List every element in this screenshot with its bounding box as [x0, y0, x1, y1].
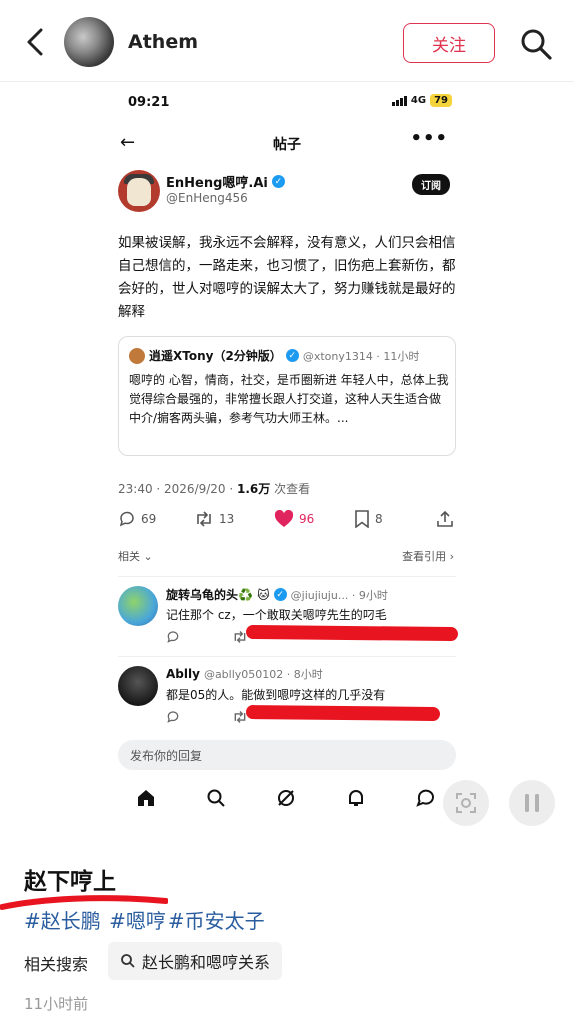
- search-icon: [521, 29, 552, 60]
- share-icon: [437, 510, 453, 527]
- divider: [118, 576, 456, 577]
- repost-action: 13: [194, 510, 234, 528]
- home-icon: [138, 790, 154, 806]
- related-tab: 相关 ⌄: [118, 550, 153, 563]
- related-label: 相关: [118, 550, 140, 563]
- bookmark-icon: [355, 510, 369, 528]
- redaction-mark: [245, 624, 459, 642]
- grok-icon: [278, 790, 294, 806]
- post-detail-page: Athem 关注 09:21 4G 79 ← 帖子 ••• EnHeng嗯哼.A…: [0, 0, 574, 1024]
- tweet-author-avatar: [118, 170, 160, 212]
- hashtag[interactable]: #币安太子: [168, 909, 265, 933]
- signal-icon: [391, 95, 407, 106]
- reply-author-name: Ablly: [166, 667, 200, 681]
- post-time: 11小时前: [24, 995, 89, 1013]
- home-tab: [134, 786, 158, 810]
- reply-icon: [167, 631, 179, 643]
- reply-input: 发布你的回复: [118, 740, 456, 770]
- back-button[interactable]: [18, 24, 52, 60]
- reply-header: Ablly @ablly050102 · 8小时: [166, 666, 323, 682]
- related-search-query: 赵长鹏和嗯哼关系: [142, 953, 271, 972]
- verified-icon: ✓: [273, 588, 287, 601]
- view-quotes-link: 查看引用 ›: [402, 550, 454, 563]
- like-count: 96: [299, 512, 315, 526]
- pause-icon: [525, 794, 539, 812]
- related-search-chip[interactable]: 赵长鹏和嗯哼关系: [108, 942, 283, 980]
- pause-button[interactable]: [509, 780, 555, 826]
- repost-count: 13: [219, 512, 235, 526]
- top-bar: Athem 关注: [0, 0, 574, 82]
- follow-button[interactable]: 关注: [403, 23, 495, 63]
- reply-icon: [119, 511, 134, 527]
- quote-author-name: 逍遥XTony（2分钟版）: [149, 349, 282, 363]
- reply-header: 旋转乌龟的头♻️ 🐱 ✓ @jiujiuju... · 9小时: [166, 586, 388, 603]
- tweet-handle: @EnHeng456: [166, 191, 248, 205]
- repost-icon: [197, 511, 211, 527]
- grok-tab: [274, 786, 298, 810]
- reply-action: 69: [118, 510, 156, 528]
- messages-tab: [414, 786, 438, 810]
- related-search-label: 相关搜索: [24, 955, 89, 974]
- screenshot-scan-icon: [456, 793, 476, 813]
- message-icon: [416, 789, 434, 807]
- author-name[interactable]: Athem: [128, 31, 198, 53]
- quote-text: 嗯哼的 心智，情商，社交，是币圈新进 年轻人中，总体上我觉得综合最强的，非常擅长…: [129, 373, 449, 425]
- subscribe-button: 订阅: [412, 174, 450, 195]
- status-time: 09:21: [128, 95, 170, 110]
- search-icon: [121, 954, 135, 968]
- reply-meta: @jiujiuju... · 9小时: [290, 588, 388, 602]
- tweet-actions: 69 13 96 8: [118, 510, 456, 532]
- divider: [118, 656, 456, 657]
- notifications-tab: [344, 786, 368, 810]
- hashtag[interactable]: #嗯哼: [109, 909, 166, 933]
- bookmark-count: 8: [375, 512, 383, 526]
- tweet-author-name: EnHeng嗯哼.Ai ✓: [166, 172, 285, 191]
- reply-avatar: [118, 666, 158, 706]
- redaction-mark: [245, 704, 441, 722]
- search-button[interactable]: [516, 24, 556, 64]
- more-icon: •••: [410, 128, 448, 149]
- bookmark-action: 8: [354, 510, 383, 528]
- bottom-tab-bar: [108, 782, 466, 814]
- embedded-post-image[interactable]: 09:21 4G 79 ← 帖子 ••• EnHeng嗯哼.Ai ✓ @EnHe…: [108, 82, 466, 834]
- tweet-display-name: EnHeng嗯哼.Ai: [166, 176, 268, 191]
- reply-actions: [166, 630, 248, 647]
- reply-count: 69: [141, 512, 157, 526]
- back-icon: [27, 28, 43, 56]
- status-indicators: 4G 79: [391, 94, 452, 107]
- network-type: 4G: [410, 95, 427, 106]
- battery-level: 79: [430, 94, 452, 107]
- reply-meta: @ablly050102 · 8小时: [203, 668, 323, 681]
- reply-icon: [167, 711, 179, 723]
- tweet-timestamp: 23:40 · 2026/9/20 · 1.6万 次查看: [118, 480, 310, 497]
- author-avatar[interactable]: [64, 17, 114, 67]
- quote-avatar: [129, 347, 145, 364]
- quoted-tweet: 逍遥XTony（2分钟版） ✓ @xtony1314 · 11小时 嗯哼的 心智…: [118, 336, 456, 456]
- like-action: 96: [274, 510, 314, 528]
- share-action: [436, 510, 454, 528]
- verified-icon: ✓: [285, 349, 299, 362]
- tweet-text: 如果被误解，我永远不会解释，没有意义，人们只会相信自己想信的，一路走来，也习惯了…: [118, 235, 456, 320]
- reply-avatar: [118, 586, 158, 626]
- hashtag-list: #赵长鹏 #嗯哼 #币安太子: [24, 905, 267, 934]
- reply-text: 记住那个 cz，一个敢取关嗯哼先生的叼毛: [166, 608, 387, 622]
- like-icon: [274, 510, 294, 527]
- views-label: 次查看: [270, 482, 311, 496]
- post-nav-bar: ← 帖子 •••: [108, 126, 466, 160]
- reply-text: 都是05的人。能做到嗯哼这样的几乎没有: [166, 688, 386, 702]
- view-quotes-label: 查看引用: [402, 550, 447, 563]
- verified-icon: ✓: [271, 175, 285, 188]
- scan-button[interactable]: [443, 780, 489, 826]
- bell-icon: [349, 790, 363, 806]
- search-tab: [204, 786, 228, 810]
- post-title: 赵下哼上: [24, 869, 116, 895]
- timestamp-text: 23:40 · 2026/9/20 ·: [118, 482, 237, 496]
- search-icon: [207, 789, 225, 807]
- quote-meta: @xtony1314 · 11小时: [302, 349, 420, 363]
- hashtag[interactable]: #赵长鹏: [24, 909, 101, 933]
- views-count: 1.6万: [237, 482, 271, 496]
- reply-actions: [166, 710, 248, 727]
- reply-author-name: 旋转乌龟的头♻️ 🐱: [166, 588, 270, 602]
- quote-header: 逍遥XTony（2分钟版） ✓ @xtony1314 · 11小时: [129, 347, 419, 364]
